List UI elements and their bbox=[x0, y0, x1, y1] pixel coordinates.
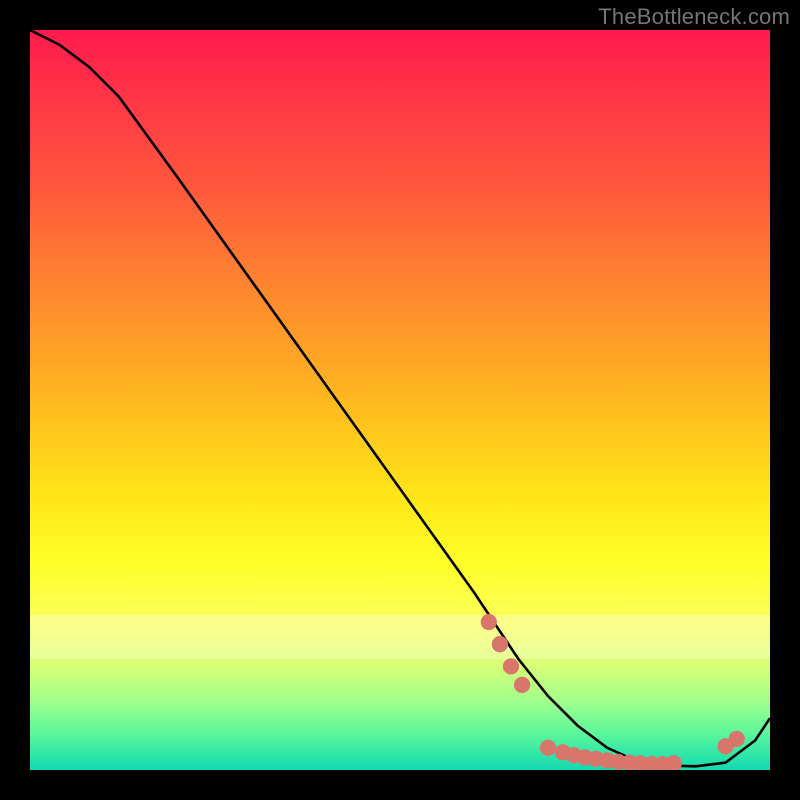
chart-frame: TheBottleneck.com bbox=[0, 0, 800, 800]
data-marker bbox=[729, 731, 745, 747]
plot-area bbox=[30, 30, 770, 770]
data-marker bbox=[540, 740, 556, 756]
data-marker bbox=[666, 755, 682, 770]
data-marker bbox=[503, 658, 519, 674]
attribution-text: TheBottleneck.com bbox=[598, 4, 790, 30]
data-marker bbox=[492, 636, 508, 652]
marker-group bbox=[481, 614, 745, 770]
data-marker bbox=[481, 614, 497, 630]
curve-svg bbox=[30, 30, 770, 770]
data-marker bbox=[514, 677, 530, 693]
curve-path bbox=[30, 30, 770, 766]
